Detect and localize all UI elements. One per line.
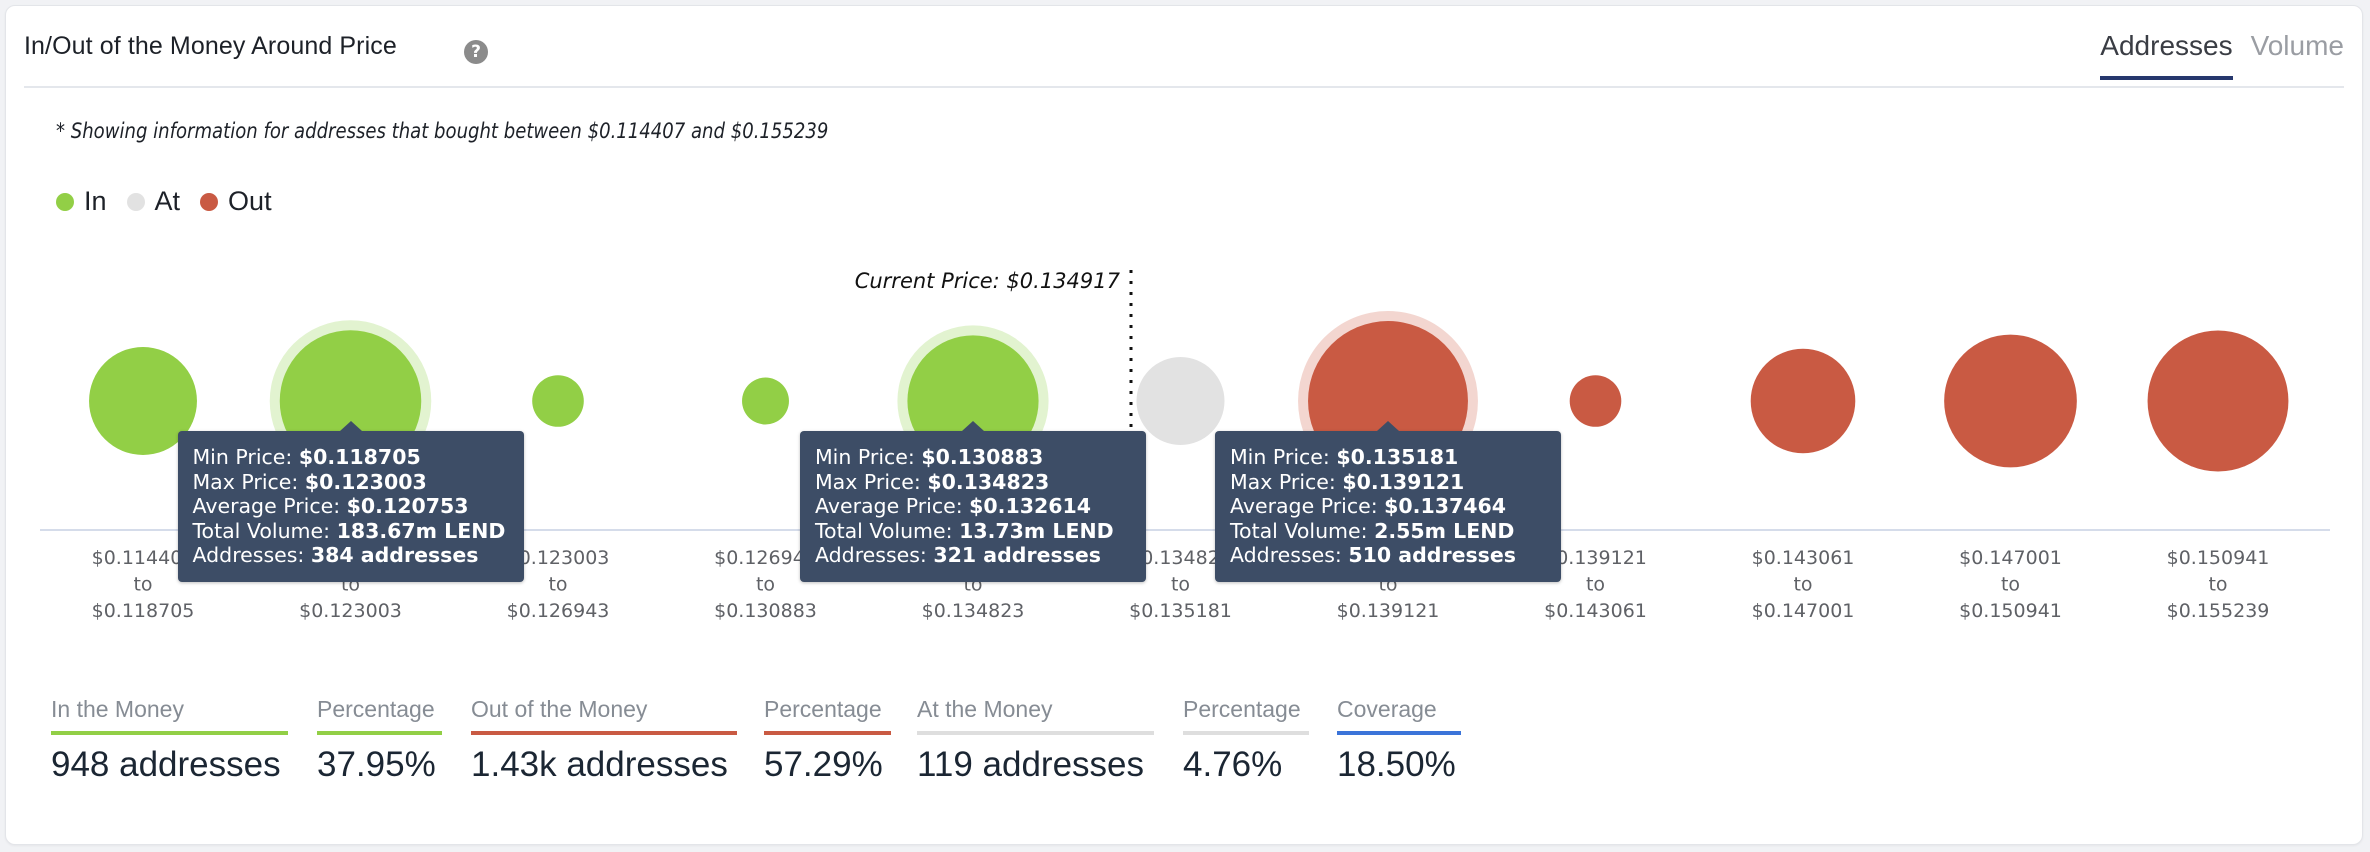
bubble-at[interactable] [1136, 357, 1225, 445]
tooltip-key: Addresses: [192, 543, 311, 567]
tooltip-value: $0.118705 [298, 445, 421, 469]
x-label-connector: to [1586, 574, 1605, 596]
x-tick-label: $0.134823 [922, 600, 1025, 622]
tooltip-row: Total Volume: 13.73m LEND [815, 519, 1146, 544]
x-tick-label: $0.135181 [1129, 600, 1232, 622]
x-tick-label: $0.139121 [1337, 600, 1440, 622]
x-label-connector: to [2001, 574, 2020, 596]
tooltip-value: 183.67m LEND [336, 518, 506, 543]
x-tick-label: $0.126943 [507, 600, 610, 622]
x-label-connector: to [1793, 574, 1812, 596]
tooltip-value: $0.139121 [1342, 469, 1465, 494]
tooltip-key: Max Price: [192, 469, 305, 494]
tooltip-row: Addresses: 384 addresses [193, 543, 524, 568]
x-tick-label: $0.150941 [2167, 547, 2270, 569]
tooltip-row: Max Price: $0.134823 [815, 470, 1146, 495]
bubble-out[interactable] [2147, 330, 2289, 472]
tooltip-row: Min Price: $0.135181 [1230, 445, 1561, 470]
x-tick-label: $0.147001 [1959, 547, 2062, 569]
tooltip-key: Total Volume: [192, 518, 337, 543]
tooltip-value: 13.73m LEND [959, 518, 1114, 543]
bubble-out[interactable] [1569, 375, 1622, 427]
tooltip-key: Min Price: [815, 445, 922, 469]
tooltip-value: 384 addresses [310, 543, 479, 567]
tooltip-row: Total Volume: 2.55m LEND [1230, 519, 1561, 544]
tooltip-row: Max Price: $0.139121 [1230, 470, 1561, 495]
tooltip-key: Max Price: [815, 469, 928, 494]
x-tick-label: $0.130883 [714, 600, 817, 622]
tooltip-key: Average Price: [192, 494, 347, 518]
x-tick-label: $0.143061 [1544, 600, 1647, 622]
x-tick-label: $0.143061 [1752, 547, 1855, 569]
x-label-connector: to [756, 574, 775, 596]
tooltip-row: Total Volume: 183.67m LEND [193, 519, 524, 544]
tooltip-key: Average Price: [1230, 494, 1385, 518]
tooltip-value: $0.130883 [921, 445, 1044, 469]
tooltip-row: Addresses: 321 addresses [815, 543, 1146, 568]
tooltip-key: Min Price: [1230, 445, 1337, 469]
tooltip-value: $0.137464 [1384, 494, 1507, 518]
tooltip-value: $0.135181 [1336, 445, 1459, 469]
tooltip-row: Min Price: $0.118705 [193, 445, 524, 470]
tooltip-row: Average Price: $0.137464 [1230, 494, 1561, 519]
bubble-tooltip: Min Price: $0.118705 Max Price: $0.123003… [177, 421, 524, 582]
x-label-connector: to [133, 574, 152, 596]
tooltip-row: Max Price: $0.123003 [193, 470, 524, 495]
tooltip-value: $0.120753 [346, 494, 469, 518]
tooltip-row: Addresses: 510 addresses [1230, 543, 1561, 568]
current-price-label: Current Price: $0.134917 [855, 269, 1121, 293]
x-tick-label: $0.123003 [299, 600, 402, 622]
bubble-out[interactable] [1750, 348, 1856, 454]
tooltip-value: 510 addresses [1348, 543, 1516, 567]
bubble-tooltip: Min Price: $0.135181 Max Price: $0.139121… [1215, 421, 1561, 582]
tooltip-row: Min Price: $0.130883 [815, 445, 1146, 470]
tooltip-value: $0.134823 [927, 469, 1050, 494]
x-tick-label: $0.150941 [1959, 600, 2062, 622]
bubble-in[interactable] [742, 377, 789, 425]
bubble-out[interactable] [1944, 334, 2077, 468]
tooltip-key: Addresses: [815, 543, 934, 567]
tooltip-key: Min Price: [192, 445, 299, 469]
tooltip-value: $0.123003 [304, 469, 427, 494]
tooltip-key: Total Volume: [815, 518, 960, 543]
bubble-in[interactable] [532, 375, 584, 427]
tooltip-key: Total Volume: [1230, 518, 1375, 543]
tooltip-value: 2.55m LEND [1374, 518, 1515, 543]
tooltip-key: Addresses: [1230, 543, 1349, 567]
x-label-connector: to [548, 574, 567, 596]
bubble-tooltip: Min Price: $0.130883 Max Price: $0.134823… [800, 421, 1146, 582]
tooltip-value: $0.132614 [969, 494, 1092, 518]
tooltip-row: Average Price: $0.132614 [815, 494, 1146, 519]
tooltip-key: Max Price: [1230, 469, 1343, 494]
tooltip-key: Average Price: [815, 494, 970, 518]
x-tick-label: $0.118705 [92, 600, 195, 622]
tooltip-value: 321 addresses [933, 543, 1101, 567]
x-tick-label: $0.155239 [2167, 600, 2270, 622]
x-tick-label: $0.147001 [1752, 600, 1855, 622]
x-label-connector: to [1171, 574, 1190, 596]
tooltip-row: Average Price: $0.120753 [193, 494, 524, 519]
x-label-connector: to [2208, 574, 2227, 596]
